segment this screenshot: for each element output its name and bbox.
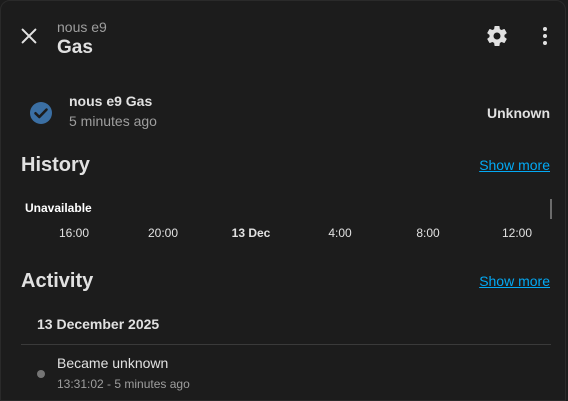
check-circle-icon bbox=[29, 101, 53, 125]
history-tick: 8:00 bbox=[416, 226, 440, 240]
history-tick: 12:00 bbox=[501, 226, 533, 240]
dialog-title: Gas bbox=[57, 37, 93, 58]
activity-date: 13 December 2025 bbox=[37, 316, 160, 332]
history-bar-label: Unavailable bbox=[25, 201, 92, 215]
device-name: nous e9 bbox=[57, 19, 107, 35]
divider bbox=[21, 344, 551, 345]
more-vertical-icon bbox=[543, 27, 547, 45]
history-tick: 16:00 bbox=[58, 226, 90, 240]
history-tick: 20:00 bbox=[147, 226, 179, 240]
activity-show-more-link[interactable]: Show more bbox=[479, 273, 550, 289]
history-title: History bbox=[21, 154, 90, 176]
history-tick: 13 Dec bbox=[231, 226, 271, 240]
activity-entry-title: Became unknown bbox=[57, 355, 169, 371]
history-show-more-link[interactable]: Show more bbox=[479, 157, 550, 173]
activity-entry-time: 13:31:02 - 5 minutes ago bbox=[57, 377, 190, 391]
entity-name: nous e9 Gas bbox=[69, 93, 153, 109]
entity-last-changed: 5 minutes ago bbox=[69, 113, 157, 129]
history-timeline-marker bbox=[550, 199, 552, 219]
close-button[interactable] bbox=[18, 25, 40, 47]
entity-state: Unknown bbox=[487, 105, 550, 121]
gear-icon bbox=[487, 26, 507, 46]
more-info-dialog: nous e9 Gas nous e9 Gas 5 minutes ago Un… bbox=[0, 0, 566, 401]
settings-button[interactable] bbox=[485, 24, 509, 48]
more-options-button[interactable] bbox=[535, 24, 555, 48]
close-icon bbox=[21, 28, 37, 44]
history-tick: 4:00 bbox=[328, 226, 352, 240]
activity-title: Activity bbox=[21, 270, 94, 292]
activity-dot-icon bbox=[37, 370, 45, 378]
